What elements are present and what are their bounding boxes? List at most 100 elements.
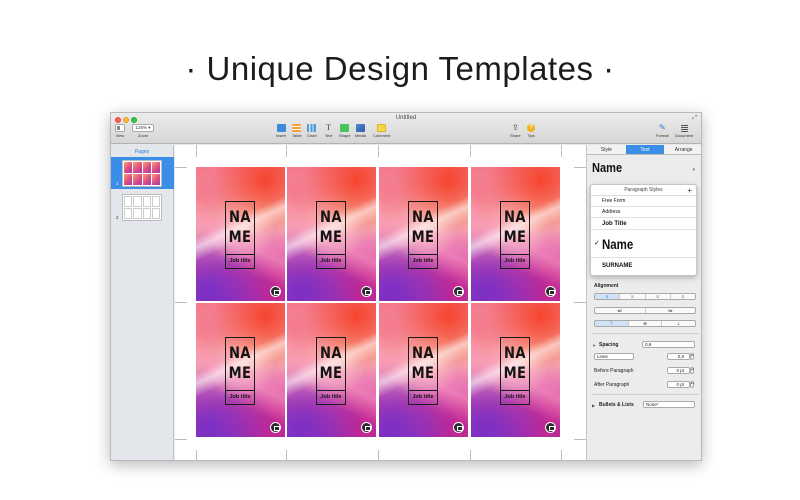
name-line-1: NA — [229, 207, 251, 226]
image-placeholder-icon[interactable] — [453, 422, 464, 433]
view-button[interactable]: View — [115, 124, 125, 138]
share-button[interactable]: ⇪ Share — [510, 123, 521, 139]
image-placeholder-icon[interactable] — [545, 422, 556, 433]
lines-mode-value: Lines — [597, 354, 608, 359]
name-frame: NA ME Job title — [408, 201, 438, 269]
align-bottom-button[interactable]: ⊥ — [662, 321, 695, 326]
style-item-surname[interactable]: SURNAME — [591, 258, 696, 275]
align-right-button[interactable]: ≡ — [646, 294, 671, 299]
line-spacing-input[interactable]: 0,9 — [667, 353, 690, 360]
chart-button[interactable]: Chart — [307, 124, 317, 138]
crop-mark — [561, 450, 562, 460]
before-paragraph-stepper[interactable]: ▴▾ — [690, 367, 694, 374]
shape-icon — [340, 124, 350, 132]
decrease-indent-button[interactable]: ◂≡ — [595, 308, 646, 313]
after-paragraph-input[interactable]: 0 pt — [667, 381, 690, 388]
page-thumbnail-2[interactable]: 2 — [111, 191, 174, 223]
document-canvas[interactable]: NA ME Job title NA ME Job title NA ME Jo… — [175, 145, 586, 460]
tips-label: Tips — [527, 133, 535, 138]
format-button[interactable]: ✎ Format — [656, 124, 669, 139]
page-number: 1 — [116, 181, 119, 186]
horizontal-alignment-control[interactable]: ≡ ≡ ≡ ≡ — [594, 293, 696, 300]
name-frame: NA ME Job title — [225, 337, 255, 405]
insert-button[interactable]: Insert — [276, 124, 286, 138]
divider — [592, 333, 699, 334]
job-title: Job title — [501, 390, 529, 404]
image-placeholder-icon[interactable] — [453, 286, 464, 297]
tips-button[interactable]: ? Tips — [527, 124, 535, 138]
align-middle-button[interactable]: ⊕ — [629, 321, 663, 326]
bullets-lists-label: Bullets & Lists — [599, 402, 634, 408]
crop-mark — [378, 450, 379, 460]
share-icon: ⇪ — [511, 123, 519, 132]
spacing-label: Spacing — [599, 342, 619, 348]
comment-label: Comment — [373, 133, 391, 138]
tab-arrange[interactable]: Arrange — [664, 145, 701, 154]
chart-icon — [307, 124, 317, 132]
business-card[interactable]: NA ME Job title — [379, 303, 468, 437]
name-frame: NA ME Job title — [500, 337, 530, 405]
image-placeholder-icon[interactable] — [545, 286, 556, 297]
document-icon — [680, 124, 688, 132]
style-item-address[interactable]: Address — [591, 207, 696, 218]
text-button[interactable]: T Text — [324, 124, 333, 139]
paragraph-styles-popover: Paragraph Styles + Free Form Address Job… — [590, 184, 697, 276]
align-center-button[interactable]: ≡ — [620, 294, 646, 299]
crop-mark — [175, 302, 187, 303]
before-paragraph-input[interactable]: 0 pt — [667, 367, 690, 374]
table-button[interactable]: Table — [292, 124, 302, 138]
business-card[interactable]: NA ME Job title — [379, 167, 468, 301]
line-spacing-stepper[interactable]: ▴▾ — [690, 353, 694, 360]
name-line-2: ME — [503, 227, 527, 246]
add-style-icon[interactable]: + — [687, 185, 692, 196]
zoom-select[interactable]: 125% ▾ — [132, 124, 154, 132]
business-card[interactable]: NA ME Job title — [287, 303, 376, 437]
business-card[interactable]: NA ME Job title — [471, 167, 560, 301]
before-paragraph-label: Before Paragraph — [594, 368, 634, 374]
chevron-down-icon[interactable]: ▾ — [692, 167, 695, 173]
align-top-button[interactable]: ⊤ — [595, 321, 629, 326]
name-frame: NA ME Job title — [316, 201, 346, 269]
image-placeholder-icon[interactable] — [361, 286, 372, 297]
image-placeholder-icon[interactable] — [361, 422, 372, 433]
media-label: Media — [355, 133, 366, 138]
comment-button[interactable]: Comment — [373, 124, 390, 138]
business-card[interactable]: NA ME Job title — [196, 303, 285, 437]
paragraph-style-selector[interactable]: Name — [592, 160, 680, 178]
image-placeholder-icon[interactable] — [270, 286, 281, 297]
job-title: Job title — [226, 390, 254, 404]
tab-style[interactable]: Style — [587, 145, 626, 154]
spacing-select[interactable]: 0,9 — [642, 341, 695, 348]
name-line-2: ME — [411, 363, 435, 382]
vertical-alignment-control[interactable]: ⊤ ⊕ ⊥ — [594, 320, 696, 327]
name-line-2: ME — [228, 363, 252, 382]
shape-button[interactable]: Shape — [339, 124, 351, 138]
tips-icon: ? — [527, 124, 535, 132]
name-line-2: ME — [319, 227, 343, 246]
fullscreen-icon[interactable]: ⤢ — [692, 115, 697, 122]
tab-text[interactable]: Text — [625, 145, 665, 154]
style-item-name[interactable]: ✓ Name — [591, 230, 696, 258]
document-button[interactable]: Document — [675, 124, 693, 138]
lines-mode-select[interactable]: Lines — [594, 353, 634, 360]
indent-control[interactable]: ◂≡ ≡▸ — [594, 307, 696, 314]
bullets-select[interactable]: None* — [643, 401, 695, 408]
image-placeholder-icon[interactable] — [270, 422, 281, 433]
business-card[interactable]: NA ME Job title — [196, 167, 285, 301]
align-justify-button[interactable]: ≡ — [671, 294, 695, 299]
page-thumbnail-image — [122, 160, 162, 187]
disclosure-triangle-icon[interactable]: ▼ — [592, 343, 596, 348]
page-thumbnail-1[interactable]: 1 — [111, 157, 174, 189]
zoom-button[interactable]: 125% ▾ Zoom — [132, 124, 154, 138]
business-card[interactable]: NA ME Job title — [287, 167, 376, 301]
increase-indent-button[interactable]: ≡▸ — [646, 308, 696, 313]
after-paragraph-stepper[interactable]: ▴▾ — [690, 381, 694, 388]
media-button[interactable]: Media — [355, 124, 366, 138]
name-line-1: NA — [412, 343, 434, 362]
after-paragraph-label: After Paragraph — [594, 382, 630, 388]
align-left-button[interactable]: ≡ — [595, 294, 621, 299]
business-card[interactable]: NA ME Job title — [471, 303, 560, 437]
style-item-free-form[interactable]: Free Form — [591, 196, 696, 207]
disclosure-triangle-icon[interactable]: ▶ — [592, 403, 595, 408]
style-item-job-title[interactable]: Job Title — [591, 218, 696, 230]
